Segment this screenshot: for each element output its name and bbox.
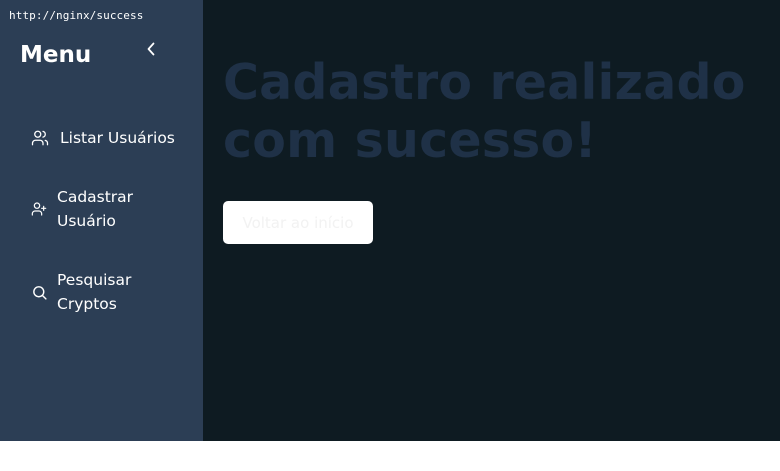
- sidebar-item-pesquisar-cryptos[interactable]: Pesquisar Cryptos: [29, 268, 199, 316]
- search-icon: [29, 282, 49, 302]
- back-to-home-button[interactable]: Voltar ao início: [223, 201, 373, 244]
- sidebar-item-listar-usuarios[interactable]: Listar Usuários: [30, 126, 200, 150]
- sidebar-item-cadastrar-usuario[interactable]: Cadastrar Usuário: [29, 185, 199, 233]
- sidebar-item-label: Listar Usuários: [60, 129, 175, 147]
- users-icon: [30, 128, 50, 148]
- page-title: Cadastro realizado com sucesso!: [223, 54, 746, 169]
- user-plus-icon: [29, 199, 49, 219]
- collapse-sidebar-button[interactable]: [143, 40, 159, 58]
- sidebar: Menu Listar Usuários Cadastrar Usuário P…: [0, 0, 203, 441]
- url-label: http://nginx/success: [9, 9, 144, 22]
- sidebar-item-label: Cadastrar Usuário: [57, 188, 134, 230]
- menu-title: Menu: [20, 42, 92, 68]
- app-viewport: http://nginx/success Menu Listar Usuário…: [0, 0, 780, 441]
- sidebar-item-label: Pesquisar Cryptos: [57, 271, 132, 313]
- main-content: Cadastro realizado com sucesso! Voltar a…: [203, 0, 780, 441]
- chevron-left-icon: [147, 42, 155, 56]
